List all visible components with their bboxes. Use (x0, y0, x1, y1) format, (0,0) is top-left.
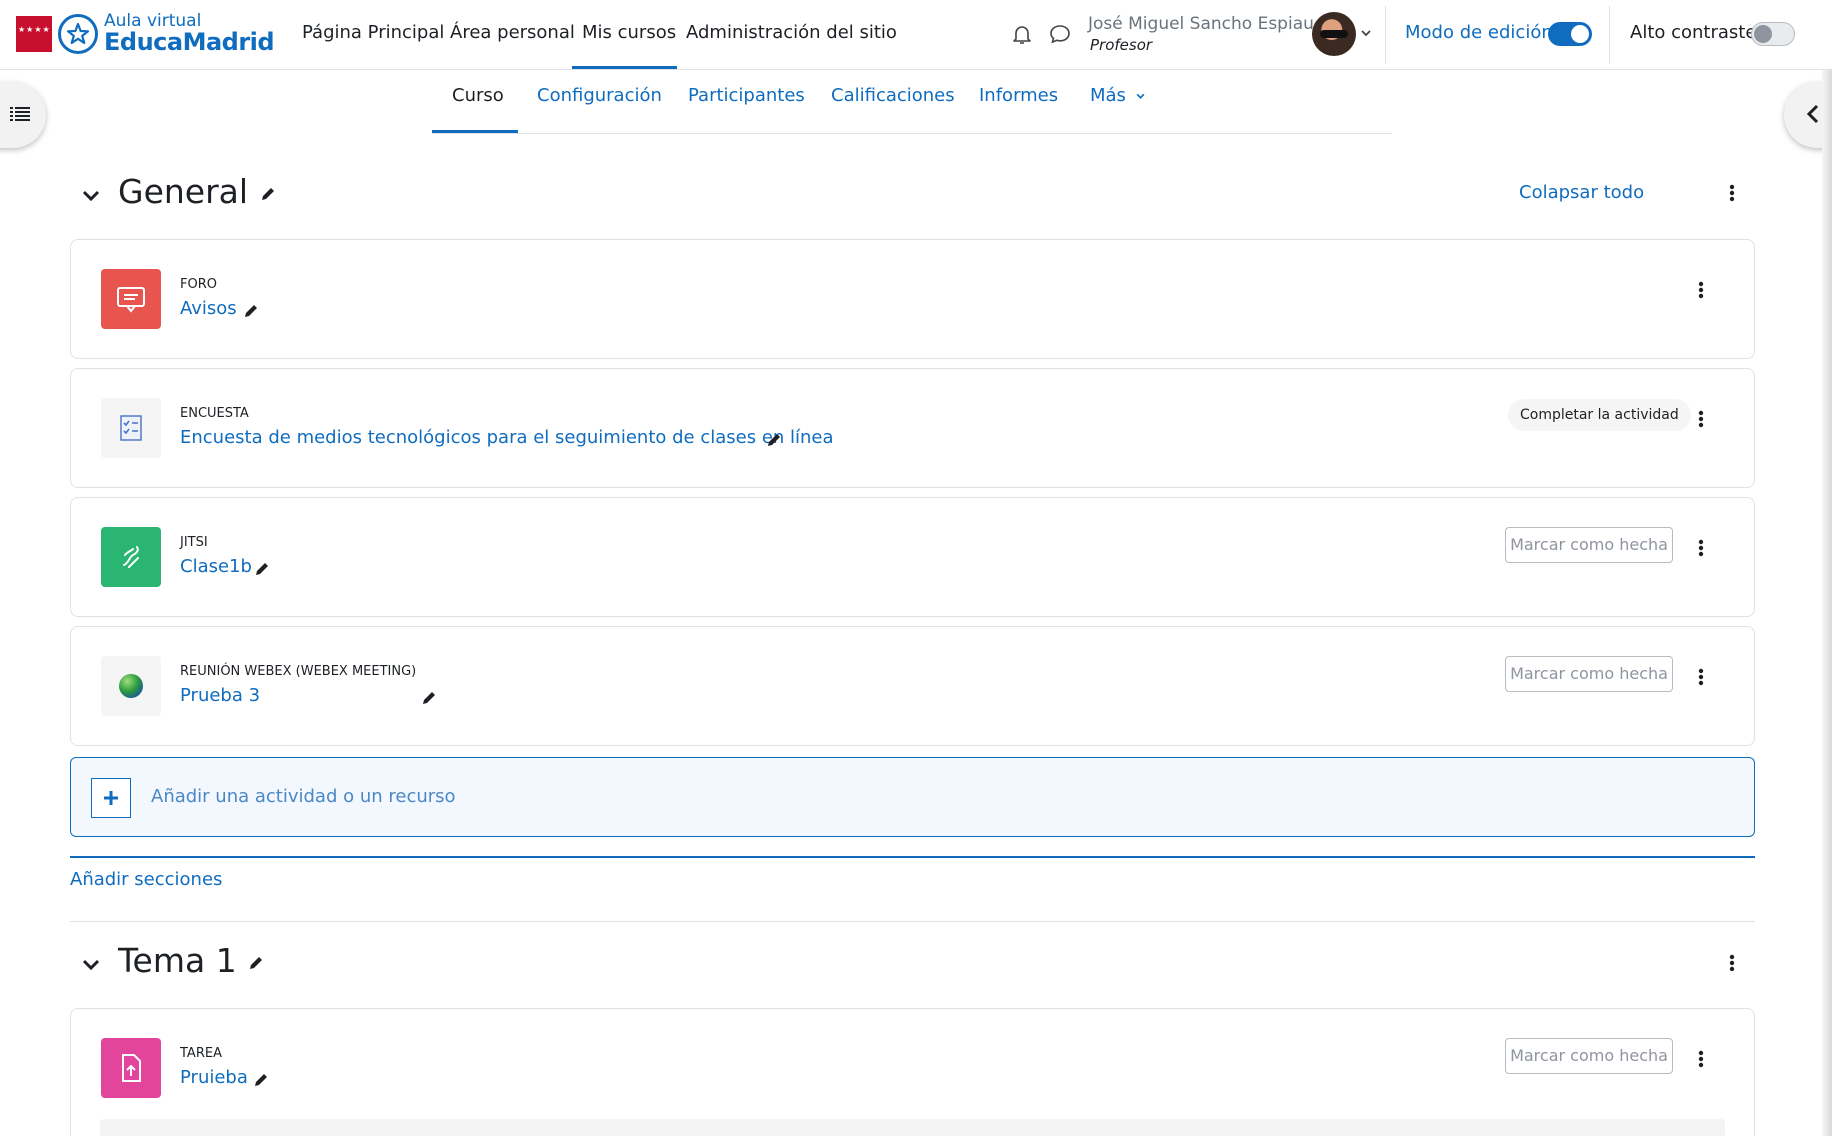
pencil-icon[interactable] (765, 431, 783, 449)
nav-home[interactable]: Página Principal (302, 22, 444, 43)
tab-more-label: Más (1090, 85, 1126, 106)
tab-settings[interactable]: Configuración (537, 85, 662, 106)
add-activity-label: Añadir una actividad o un recurso (151, 786, 456, 807)
plus-icon (91, 778, 131, 818)
section-title-text: Tema 1 (118, 941, 237, 980)
section-title: Tema 1 (118, 941, 265, 980)
activity-description-area (100, 1119, 1725, 1136)
activity-type: JITSI (180, 535, 208, 550)
chevron-left-icon (1806, 104, 1819, 124)
course-secondary-nav: Curso Configuración Participantes Califi… (432, 70, 1392, 134)
pencil-icon[interactable] (259, 185, 277, 203)
collapse-all-link[interactable]: Colapsar todo (1519, 182, 1644, 203)
activity-card: ENCUESTA Encuesta de medios tecnológicos… (70, 368, 1755, 488)
tab-participants[interactable]: Participantes (688, 85, 805, 106)
chevron-down-icon[interactable] (82, 188, 100, 207)
edit-mode-label[interactable]: Modo de edición (1405, 22, 1553, 43)
chevron-down-icon (1136, 93, 1145, 99)
chat-bubble-icon[interactable] (1048, 22, 1072, 46)
tab-more[interactable]: Más (1090, 85, 1146, 106)
mark-as-done-button[interactable]: Marcar como hecha (1505, 527, 1673, 563)
activity-menu-kebab-icon[interactable] (1691, 536, 1711, 560)
activity-name-link[interactable]: Pruieba (180, 1067, 248, 1088)
activity-name-link[interactable]: Encuesta de medios tecnológicos para el … (180, 427, 834, 448)
mark-as-done-button[interactable]: Marcar como hecha (1505, 1038, 1673, 1074)
section-header-tema-1: Tema 1 (70, 941, 1760, 991)
globe-icon[interactable] (101, 656, 161, 716)
bell-icon[interactable] (1010, 22, 1034, 46)
community-flag-logo: ★★★★ (16, 16, 52, 52)
tab-active-indicator (432, 130, 518, 133)
edit-mode-toggle[interactable] (1548, 22, 1592, 46)
high-contrast-label[interactable]: Alto contraste (1630, 22, 1756, 43)
brand-title[interactable]: EducaMadrid (104, 28, 275, 56)
jitsi-icon[interactable] (101, 527, 161, 587)
tab-course[interactable]: Curso (452, 85, 504, 106)
course-index-toggle[interactable] (0, 82, 46, 148)
tab-reports[interactable]: Informes (979, 85, 1058, 106)
pencil-icon[interactable] (420, 689, 438, 707)
chevron-down-icon[interactable] (1360, 24, 1372, 43)
activity-card: TAREA Pruieba Marcar como hecha (70, 1008, 1755, 1136)
activity-type: REUNIÓN WEBEX (WEBEX MEETING) (180, 664, 417, 679)
divider (1385, 6, 1386, 64)
activity-card: FORO Avisos (70, 239, 1755, 359)
activity-type: TAREA (180, 1046, 222, 1061)
chevron-down-icon[interactable] (82, 957, 100, 976)
pencil-icon[interactable] (252, 1071, 270, 1089)
activity-name-link[interactable]: Prueba 3 (180, 685, 260, 706)
pencil-icon[interactable] (247, 954, 265, 972)
divider (1609, 6, 1610, 64)
top-navbar: ★★★★ Aula virtual EducaMadrid Página Pri… (0, 0, 1832, 70)
divider (70, 856, 1755, 858)
scrollbar-track[interactable] (1822, 70, 1832, 1136)
user-role: Profesor (1090, 36, 1153, 54)
tab-grades[interactable]: Calificaciones (831, 85, 955, 106)
activity-name-link[interactable]: Avisos (180, 298, 237, 319)
activity-card: REUNIÓN WEBEX (WEBEX MEETING) Prueba 3 M… (70, 626, 1755, 746)
completion-badge: Completar la actividad (1508, 399, 1691, 431)
activity-menu-kebab-icon[interactable] (1691, 407, 1711, 431)
activity-menu-kebab-icon[interactable] (1691, 1047, 1711, 1071)
user-name[interactable]: José Miguel Sancho Espiau (1088, 14, 1314, 34)
nav-site-admin[interactable]: Administración del sitio (686, 22, 897, 43)
add-sections-link[interactable]: Añadir secciones (70, 869, 222, 890)
pencil-icon[interactable] (253, 560, 271, 578)
activity-card: JITSI Clase1b Marcar como hecha (70, 497, 1755, 617)
list-icon (10, 107, 30, 121)
nav-my-courses[interactable]: Mis cursos (582, 22, 676, 43)
divider (70, 921, 1755, 922)
forum-icon[interactable] (101, 269, 161, 329)
section-menu-kebab-icon[interactable] (1722, 181, 1742, 205)
section-title-text: General (118, 172, 249, 211)
mark-as-done-button[interactable]: Marcar como hecha (1505, 656, 1673, 692)
nav-dashboard[interactable]: Área personal (450, 22, 575, 43)
activity-type: FORO (180, 277, 217, 292)
activity-type: ENCUESTA (180, 406, 249, 421)
activity-menu-kebab-icon[interactable] (1691, 278, 1711, 302)
add-activity-button[interactable]: Añadir una actividad o un recurso (70, 757, 1755, 837)
section-header-general: General (70, 172, 1760, 222)
educamadrid-logo-icon[interactable] (58, 14, 98, 54)
flag-stars: ★★★★ (18, 25, 51, 34)
activity-name-link[interactable]: Clase1b (180, 556, 252, 577)
pencil-icon[interactable] (242, 302, 260, 320)
activity-menu-kebab-icon[interactable] (1691, 665, 1711, 689)
avatar[interactable] (1312, 12, 1356, 56)
section-title: General (118, 172, 277, 211)
high-contrast-toggle[interactable] (1751, 22, 1795, 46)
section-menu-kebab-icon[interactable] (1722, 951, 1742, 975)
assignment-upload-icon[interactable] (101, 1038, 161, 1098)
survey-icon[interactable] (101, 398, 161, 458)
nav-active-indicator (572, 66, 677, 69)
